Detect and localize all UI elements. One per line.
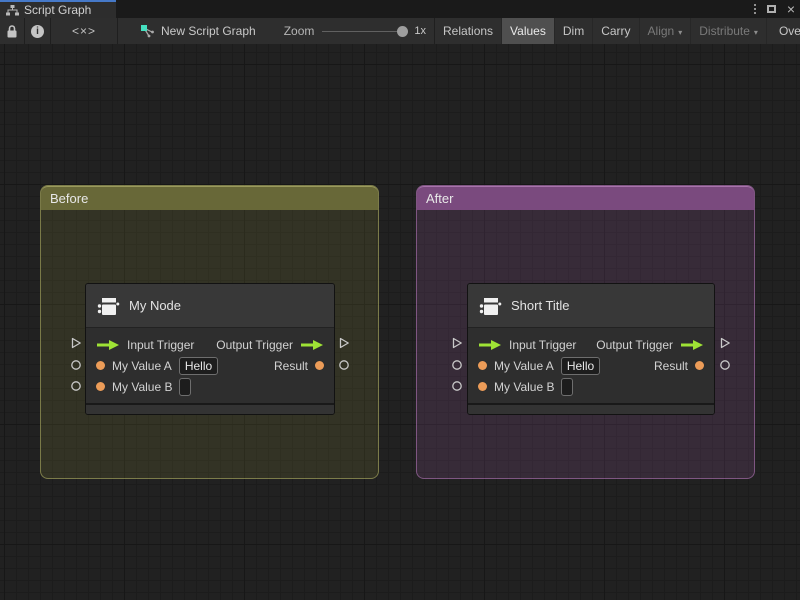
group-before-header[interactable]: Before [41, 186, 378, 210]
zoom-value: 1x [414, 25, 427, 37]
overview-button[interactable]: Overview [771, 18, 800, 44]
tab-bar: Script Graph × [0, 0, 800, 18]
inspect-button[interactable]: i [25, 18, 50, 44]
port-row: My Value A Hello Result [468, 355, 714, 376]
port-label: My Value B [112, 379, 173, 394]
port-row: Input Trigger Output Trigger [86, 334, 334, 355]
align-dropdown[interactable]: Align ▾ [640, 18, 692, 44]
window-menu-icon[interactable] [753, 4, 756, 14]
group-label: After [426, 191, 454, 206]
value-b-field[interactable] [179, 377, 192, 396]
code-icon: <×> [71, 24, 97, 38]
new-graph-icon [141, 25, 154, 38]
chevron-down-icon: ▾ [678, 27, 683, 37]
outer-value-in-port[interactable] [451, 359, 463, 371]
outer-value-in-port[interactable] [451, 380, 463, 392]
value-a-field[interactable]: Hello [178, 356, 219, 375]
group-label: Before [50, 191, 89, 206]
port-label: My Value A [112, 358, 172, 373]
distribute-dropdown[interactable]: Distribute ▾ [691, 18, 767, 44]
port-row: Input Trigger Output Trigger [468, 334, 714, 355]
value-b-field[interactable] [561, 377, 574, 396]
zoom-label: Zoom [283, 24, 315, 38]
values-button[interactable]: Values [502, 18, 555, 44]
carry-button[interactable]: Carry [593, 18, 640, 44]
maximize-icon[interactable] [766, 5, 776, 13]
unit-icon [479, 297, 502, 315]
node-header[interactable]: My Node [86, 284, 334, 328]
window-controls: × [753, 0, 795, 18]
port-row: My Value A Hello Result [86, 355, 334, 376]
trigger-in-port-icon[interactable] [96, 339, 120, 351]
tab-title: Script Graph [24, 3, 92, 17]
port-row: My Value B [468, 376, 714, 397]
trigger-out-port-icon[interactable] [300, 339, 324, 351]
outer-trigger-in-port[interactable] [451, 337, 463, 349]
dim-button[interactable]: Dim [555, 18, 594, 44]
value-in-port-icon[interactable] [96, 361, 105, 370]
node-my-node[interactable]: My Node Input Trigger Output Trigger My … [85, 283, 335, 415]
outer-trigger-in-port[interactable] [70, 337, 82, 349]
new-graph-label: New Script Graph [161, 24, 256, 38]
node-body: Input Trigger Output Trigger My Value A … [86, 328, 334, 403]
lock-button[interactable] [0, 18, 24, 44]
outer-value-out-port[interactable] [719, 359, 731, 371]
relations-button[interactable]: Relations [435, 18, 503, 44]
tab-script-graph[interactable]: Script Graph [0, 0, 116, 18]
script-graph-window: Script Graph × i <×> New Script Graph Zo… [0, 0, 800, 600]
port-label: Result [653, 358, 688, 373]
outer-trigger-out-port[interactable] [338, 337, 350, 349]
outer-value-in-port[interactable] [70, 359, 82, 371]
graph-hierarchy-icon [6, 4, 19, 15]
port-label: Input Trigger [509, 337, 577, 352]
outer-value-in-port[interactable] [70, 380, 82, 392]
node-title: Short Title [511, 298, 570, 313]
outer-trigger-out-port[interactable] [719, 337, 731, 349]
zoom-slider-handle[interactable] [397, 26, 409, 37]
node-title: My Node [129, 298, 182, 313]
port-label: Output Trigger [596, 337, 673, 352]
port-label: Result [273, 358, 308, 373]
info-icon: i [31, 24, 44, 38]
port-label: Output Trigger [216, 337, 293, 352]
port-label: Input Trigger [127, 337, 195, 352]
lock-icon [7, 24, 17, 37]
value-out-port-icon[interactable] [695, 361, 704, 370]
value-in-port-icon[interactable] [478, 382, 487, 391]
group-after-header[interactable]: After [417, 186, 754, 210]
close-icon[interactable]: × [787, 2, 795, 16]
unit-icon [97, 297, 120, 315]
zoom-slider-track[interactable] [322, 31, 401, 32]
graph-canvas[interactable]: Before After My Node Input Trigger Outpu… [0, 44, 800, 600]
node-footer [468, 403, 714, 414]
node-short-title[interactable]: Short Title Input Trigger Output Trigger [467, 283, 715, 415]
node-header[interactable]: Short Title [468, 284, 714, 328]
code-preview-button[interactable]: <×> [51, 18, 117, 44]
port-row: My Value B [86, 376, 334, 397]
value-out-port-icon[interactable] [315, 361, 324, 370]
value-a-field[interactable]: Hello [560, 356, 601, 375]
node-footer [86, 403, 334, 414]
zoom-control: Zoom 1x [284, 18, 434, 44]
graph-toolbar: i <×> New Script Graph Zoom 1x Relations… [0, 18, 800, 44]
chevron-down-icon: ▾ [753, 27, 758, 37]
zoom-slider[interactable] [322, 18, 409, 44]
trigger-out-port-icon[interactable] [680, 339, 704, 351]
value-in-port-icon[interactable] [96, 382, 105, 391]
port-label: My Value A [494, 358, 554, 373]
new-script-graph-button[interactable]: New Script Graph [118, 24, 270, 38]
trigger-in-port-icon[interactable] [478, 339, 502, 351]
port-label: My Value B [494, 379, 555, 394]
value-in-port-icon[interactable] [478, 361, 487, 370]
node-body: Input Trigger Output Trigger My Value A … [468, 328, 714, 403]
outer-value-out-port[interactable] [338, 359, 350, 371]
